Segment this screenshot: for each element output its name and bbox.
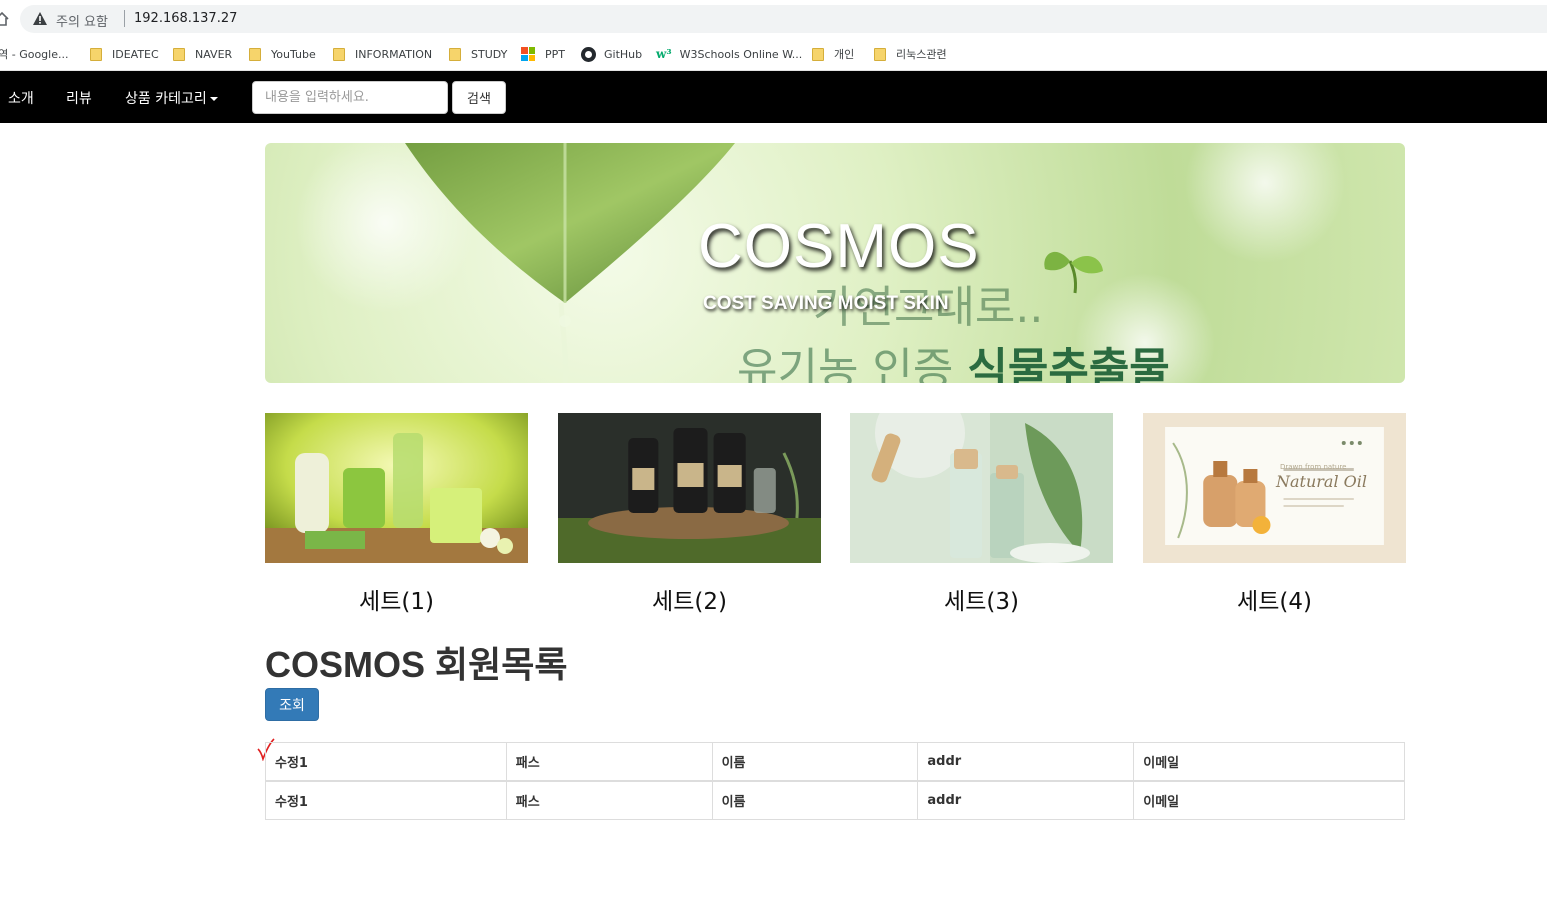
bookmark-study[interactable]: STUDY [449, 46, 507, 62]
bookmark-linux[interactable]: 리눅스관련 [874, 46, 947, 62]
warning-icon[interactable] [33, 12, 47, 25]
product-label-4[interactable]: 세트(4) [1143, 582, 1406, 616]
caret-down-icon [209, 97, 218, 101]
banner-title: COSMOS [698, 212, 980, 281]
banner-text-layer: 가연그대로.. 유기농 인증 식물추출물 COSMOS COST SAVING … [265, 143, 1405, 383]
column-header: 이메일 [1133, 742, 1405, 782]
product-image-3[interactable] [850, 413, 1113, 563]
member-table: 수정1 패스 이름 addr 이메일 수정1 패스 이름 addr 이메일 [265, 742, 1405, 820]
site-navbar: 소개 리뷰 상품 카테고리 [0, 71, 1547, 123]
bookmark-label: 리눅스관련 [896, 48, 947, 61]
product-card-3[interactable]: 세트(3) [850, 413, 1113, 615]
bookmark-youtube[interactable]: YouTube [249, 46, 316, 62]
product-image-2[interactable] [558, 413, 821, 563]
bookmark-w3schools[interactable]: w³ W3Schools Online W... [656, 46, 802, 62]
column-header: 수정1 [265, 742, 507, 782]
bookmark-label: INFORMATION [355, 47, 433, 61]
product-label-2[interactable]: 세트(2) [558, 582, 821, 616]
folder-icon [333, 47, 345, 61]
banner-organic-line: 유기농 인증 식물추출물 [737, 333, 1170, 383]
nav-link-intro[interactable]: 소개 [8, 88, 34, 108]
url-divider [124, 10, 125, 27]
folder-icon [90, 47, 102, 61]
url-text[interactable]: 192.168.137.27 [134, 11, 237, 26]
bookmarks-bar: 번역 - Google... IDEATEC NAVER YouTube INF… [0, 38, 1547, 71]
bookmark-naver[interactable]: NAVER [173, 46, 232, 62]
bookmark-github[interactable]: GitHub [581, 46, 642, 62]
product-card-4[interactable]: Natural Oil Drawn from nature 세트(4) [1143, 413, 1406, 615]
product-card-1[interactable]: 세트(1) [265, 413, 528, 615]
bookmark-personal[interactable]: 개인 [812, 46, 854, 62]
url-bar[interactable] [20, 5, 1547, 33]
product-label-3[interactable]: 세트(3) [850, 582, 1113, 616]
banner-organic-prefix: 유기농 인증 [737, 344, 968, 383]
query-button[interactable]: 조회 [265, 688, 319, 721]
bookmark-label: STUDY [471, 47, 508, 61]
bookmark-label: IDEATEC [112, 47, 159, 61]
folder-icon [173, 47, 185, 61]
bookmark-information[interactable]: INFORMATION [333, 46, 432, 62]
banner-organic-bold: 식물추출물 [967, 344, 1170, 383]
home-icon[interactable] [0, 11, 10, 27]
table-cell: 이름 [711, 780, 919, 820]
bookmark-label: 개인 [834, 48, 855, 61]
bookmark-ppt[interactable]: PPT [521, 46, 565, 62]
bookmark-label: NAVER [195, 47, 233, 61]
bookmark-label: W3Schools Online W... [679, 47, 803, 61]
table-cell: 패스 [505, 780, 713, 820]
table-cell: 이메일 [1133, 780, 1405, 820]
table-cell: addr [917, 780, 1135, 820]
product-card-2[interactable]: 세트(2) [558, 413, 821, 615]
bookmark-label: GitHub [604, 47, 643, 61]
folder-icon [874, 47, 886, 61]
browser-address-bar: 주의 요함 192.168.137.27 [0, 0, 1547, 38]
search-input[interactable] [252, 81, 448, 114]
product-image-1[interactable] [265, 413, 528, 563]
product-4-image-text: Natural Oil [1276, 472, 1368, 491]
search-button[interactable]: 검색 [452, 81, 506, 114]
folder-icon [812, 47, 824, 61]
table-header-row: 수정1 패스 이름 addr 이메일 [265, 742, 1405, 782]
bookmark-ideatec[interactable]: IDEATEC [90, 46, 159, 62]
microsoft-icon [521, 47, 535, 61]
folder-icon [249, 47, 261, 61]
folder-icon [449, 47, 461, 61]
w3schools-icon: w³ [656, 47, 672, 61]
table-row[interactable]: 수정1 패스 이름 addr 이메일 [265, 780, 1405, 820]
member-table-header: 수정1 패스 이름 addr 이메일 [265, 742, 1405, 782]
bookmark-label: PPT [545, 47, 565, 61]
column-header: addr [917, 742, 1135, 782]
bookmark-google-translate[interactable]: 번역 - Google... [0, 46, 68, 62]
column-header: 이름 [711, 742, 919, 782]
bookmark-label: 번역 - Google... [0, 48, 69, 61]
product-label-1[interactable]: 세트(1) [265, 582, 528, 616]
nav-link-review[interactable]: 리뷰 [66, 88, 92, 108]
member-list-title: COSMOS 회원목록 [265, 644, 568, 685]
product-4-image-caption: Drawn from nature [1280, 463, 1347, 471]
nav-dropdown-category[interactable]: 상품 카테고리 [125, 88, 218, 108]
github-icon [581, 46, 596, 62]
bookmark-label: YouTube [271, 47, 316, 61]
security-warning-text[interactable]: 주의 요함 [56, 11, 108, 30]
banner-subtitle: COST SAVING MOIST SKIN [703, 293, 949, 314]
hero-banner: 가연그대로.. 유기농 인증 식물추출물 COSMOS COST SAVING … [265, 143, 1405, 383]
member-table-body: 수정1 패스 이름 addr 이메일 [265, 780, 1405, 820]
table-cell: 수정1 [265, 780, 507, 820]
column-header: 패스 [505, 742, 713, 782]
nav-dropdown-label: 상품 카테고리 [125, 91, 207, 107]
